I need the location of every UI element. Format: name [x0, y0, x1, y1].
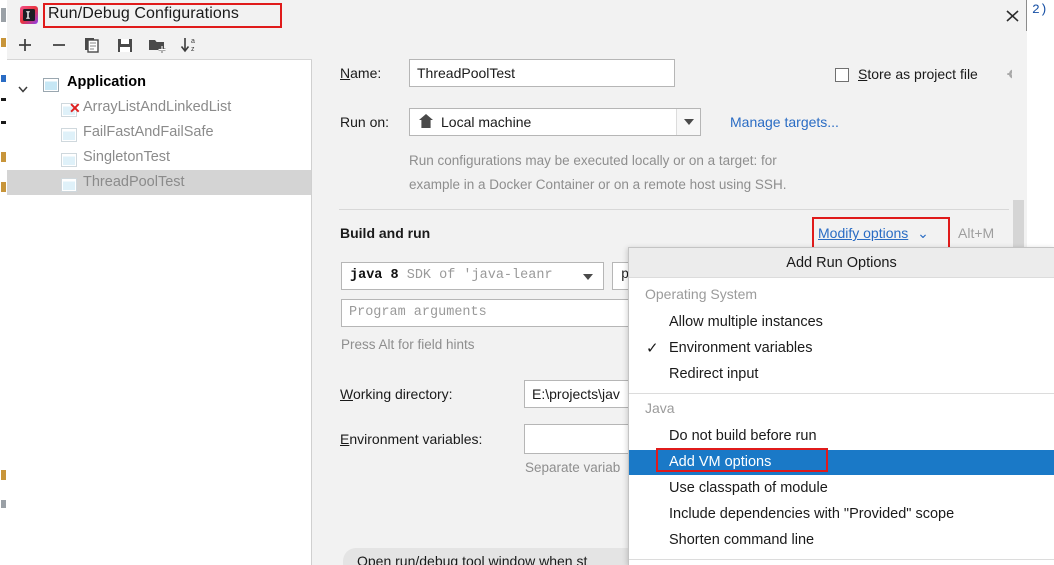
intellij-idea-icon: [20, 6, 38, 24]
svg-text:z: z: [191, 46, 195, 53]
menu-separator: [629, 559, 1054, 560]
working-directory-label: Working directory:: [340, 386, 453, 402]
popup-header-title: Add Run Options: [629, 248, 1054, 278]
menu-item-label: Use classpath of module: [669, 480, 828, 496]
check-icon: ✓: [646, 340, 659, 357]
add-configuration-button[interactable]: [15, 35, 35, 55]
menu-item-do-not-build-before-run[interactable]: Do not build before run: [629, 424, 1054, 449]
list-item-label: FailFastAndFailSafe: [83, 124, 214, 140]
menu-item-label: Allow multiple instances: [669, 314, 823, 330]
manage-targets-link[interactable]: Manage targets...: [730, 114, 839, 130]
jre-dropdown-arrow[interactable]: [583, 274, 593, 280]
menu-item-include-dependencies[interactable]: Include dependencies with "Provided" sco…: [629, 502, 1054, 527]
config-icon: [61, 150, 77, 167]
application-icon: [43, 75, 59, 92]
menu-item-label: Include dependencies with "Provided" sco…: [669, 506, 955, 522]
modify-options-label: Modify options: [818, 225, 909, 241]
error-marker-icon: ✕: [69, 100, 81, 116]
separate-variables-hint: Separate variab: [525, 460, 621, 475]
list-item-label: ThreadPoolTest: [83, 174, 185, 190]
list-item-label: SingletonTest: [83, 149, 171, 165]
run-debug-configurations-screen: 2) Run/Debug Configurations a z Applicat…: [0, 0, 1054, 565]
menu-item-label: Redirect input: [669, 366, 759, 382]
store-as-project-file-label: Store as project file: [858, 66, 978, 82]
menu-item-allow-multiple-instances[interactable]: Allow multiple instances: [629, 310, 1054, 335]
configurations-left-panel: a z Application ✕ ArrayListAndLinkedList…: [7, 31, 312, 565]
configurations-tree: Application ✕ ArrayListAndLinkedList Fai…: [7, 60, 312, 565]
remove-configuration-button[interactable]: [49, 35, 69, 55]
environment-variables-label: Environment variables:: [340, 431, 483, 447]
folder-add-icon[interactable]: [147, 35, 167, 55]
list-item-label: ArrayListAndLinkedList: [83, 99, 232, 115]
menu-item-shorten-command-line[interactable]: Shorten command line: [629, 528, 1054, 553]
name-label: Name:: [340, 65, 382, 81]
sort-alpha-icon[interactable]: a z: [179, 35, 199, 55]
menu-group-operating-system: Operating System: [645, 286, 758, 302]
modify-options-shortcut: Alt+M: [958, 225, 995, 241]
menu-item-use-classpath-of-module[interactable]: Use classpath of module: [629, 476, 1054, 501]
run-on-hint-line-2: example in a Docker Container or on a re…: [409, 177, 787, 192]
svg-text:a: a: [191, 38, 195, 45]
save-configuration-button[interactable]: [115, 35, 135, 55]
add-run-options-popup: Add Run Options Operating System Allow m…: [628, 247, 1054, 565]
list-item[interactable]: ✕ ArrayListAndLinkedList: [7, 95, 311, 120]
tree-node-label: Application: [67, 74, 146, 90]
store-as-project-file-checkbox[interactable]: [835, 68, 849, 82]
sdk-version-value: java 8: [350, 268, 399, 283]
chevron-down-icon[interactable]: [17, 78, 28, 93]
run-on-label: Run on:: [340, 114, 390, 130]
menu-group-java: Java: [645, 400, 675, 416]
run-on-dropdown-arrow[interactable]: [676, 109, 700, 135]
list-item[interactable]: SingletonTest: [7, 145, 311, 170]
home-icon: [418, 109, 434, 135]
field-hints-text: Press Alt for field hints: [341, 337, 475, 352]
menu-item-label: Do not build before run: [669, 428, 817, 444]
configurations-toolbar: a z: [7, 31, 312, 60]
menu-item-label: Environment variables: [669, 340, 813, 356]
close-icon[interactable]: [1002, 6, 1024, 26]
copy-configuration-button[interactable]: [82, 35, 102, 55]
menu-separator: [629, 393, 1054, 394]
section-divider: [339, 209, 1009, 210]
background-code-fragment: 2): [1032, 2, 1048, 17]
tree-node-application[interactable]: Application: [7, 70, 311, 95]
list-item[interactable]: FailFastAndFailSafe: [7, 120, 311, 145]
jre-combobox[interactable]: java 8 SDK of 'java-leanr: [341, 262, 604, 290]
modify-options-link[interactable]: Modify options ⌄: [818, 225, 929, 242]
menu-item-label: Shorten command line: [669, 532, 815, 548]
sdk-name-value: SDK of 'java-leanr: [406, 268, 553, 283]
menu-item-add-vm-options[interactable]: Add VM options: [629, 450, 1054, 475]
menu-item-redirect-input[interactable]: Redirect input: [629, 362, 1054, 387]
dialog-titlebar: Run/Debug Configurations: [7, 0, 1026, 31]
run-on-value: Local machine: [441, 114, 532, 130]
menu-item-label: Add VM options: [669, 454, 772, 470]
build-and-run-header: Build and run: [340, 225, 431, 241]
dialog-title: Run/Debug Configurations: [48, 5, 239, 22]
config-icon: [61, 125, 77, 142]
menu-item-environment-variables[interactable]: ✓ Environment variables: [629, 336, 1054, 361]
run-on-hint-line-1: Run configurations may be executed local…: [409, 153, 777, 168]
name-input[interactable]: ThreadPoolTest: [409, 59, 675, 87]
run-on-combobox[interactable]: Local machine: [409, 108, 701, 136]
list-item-selected[interactable]: ThreadPoolTest: [7, 170, 311, 195]
config-icon: [61, 175, 77, 192]
